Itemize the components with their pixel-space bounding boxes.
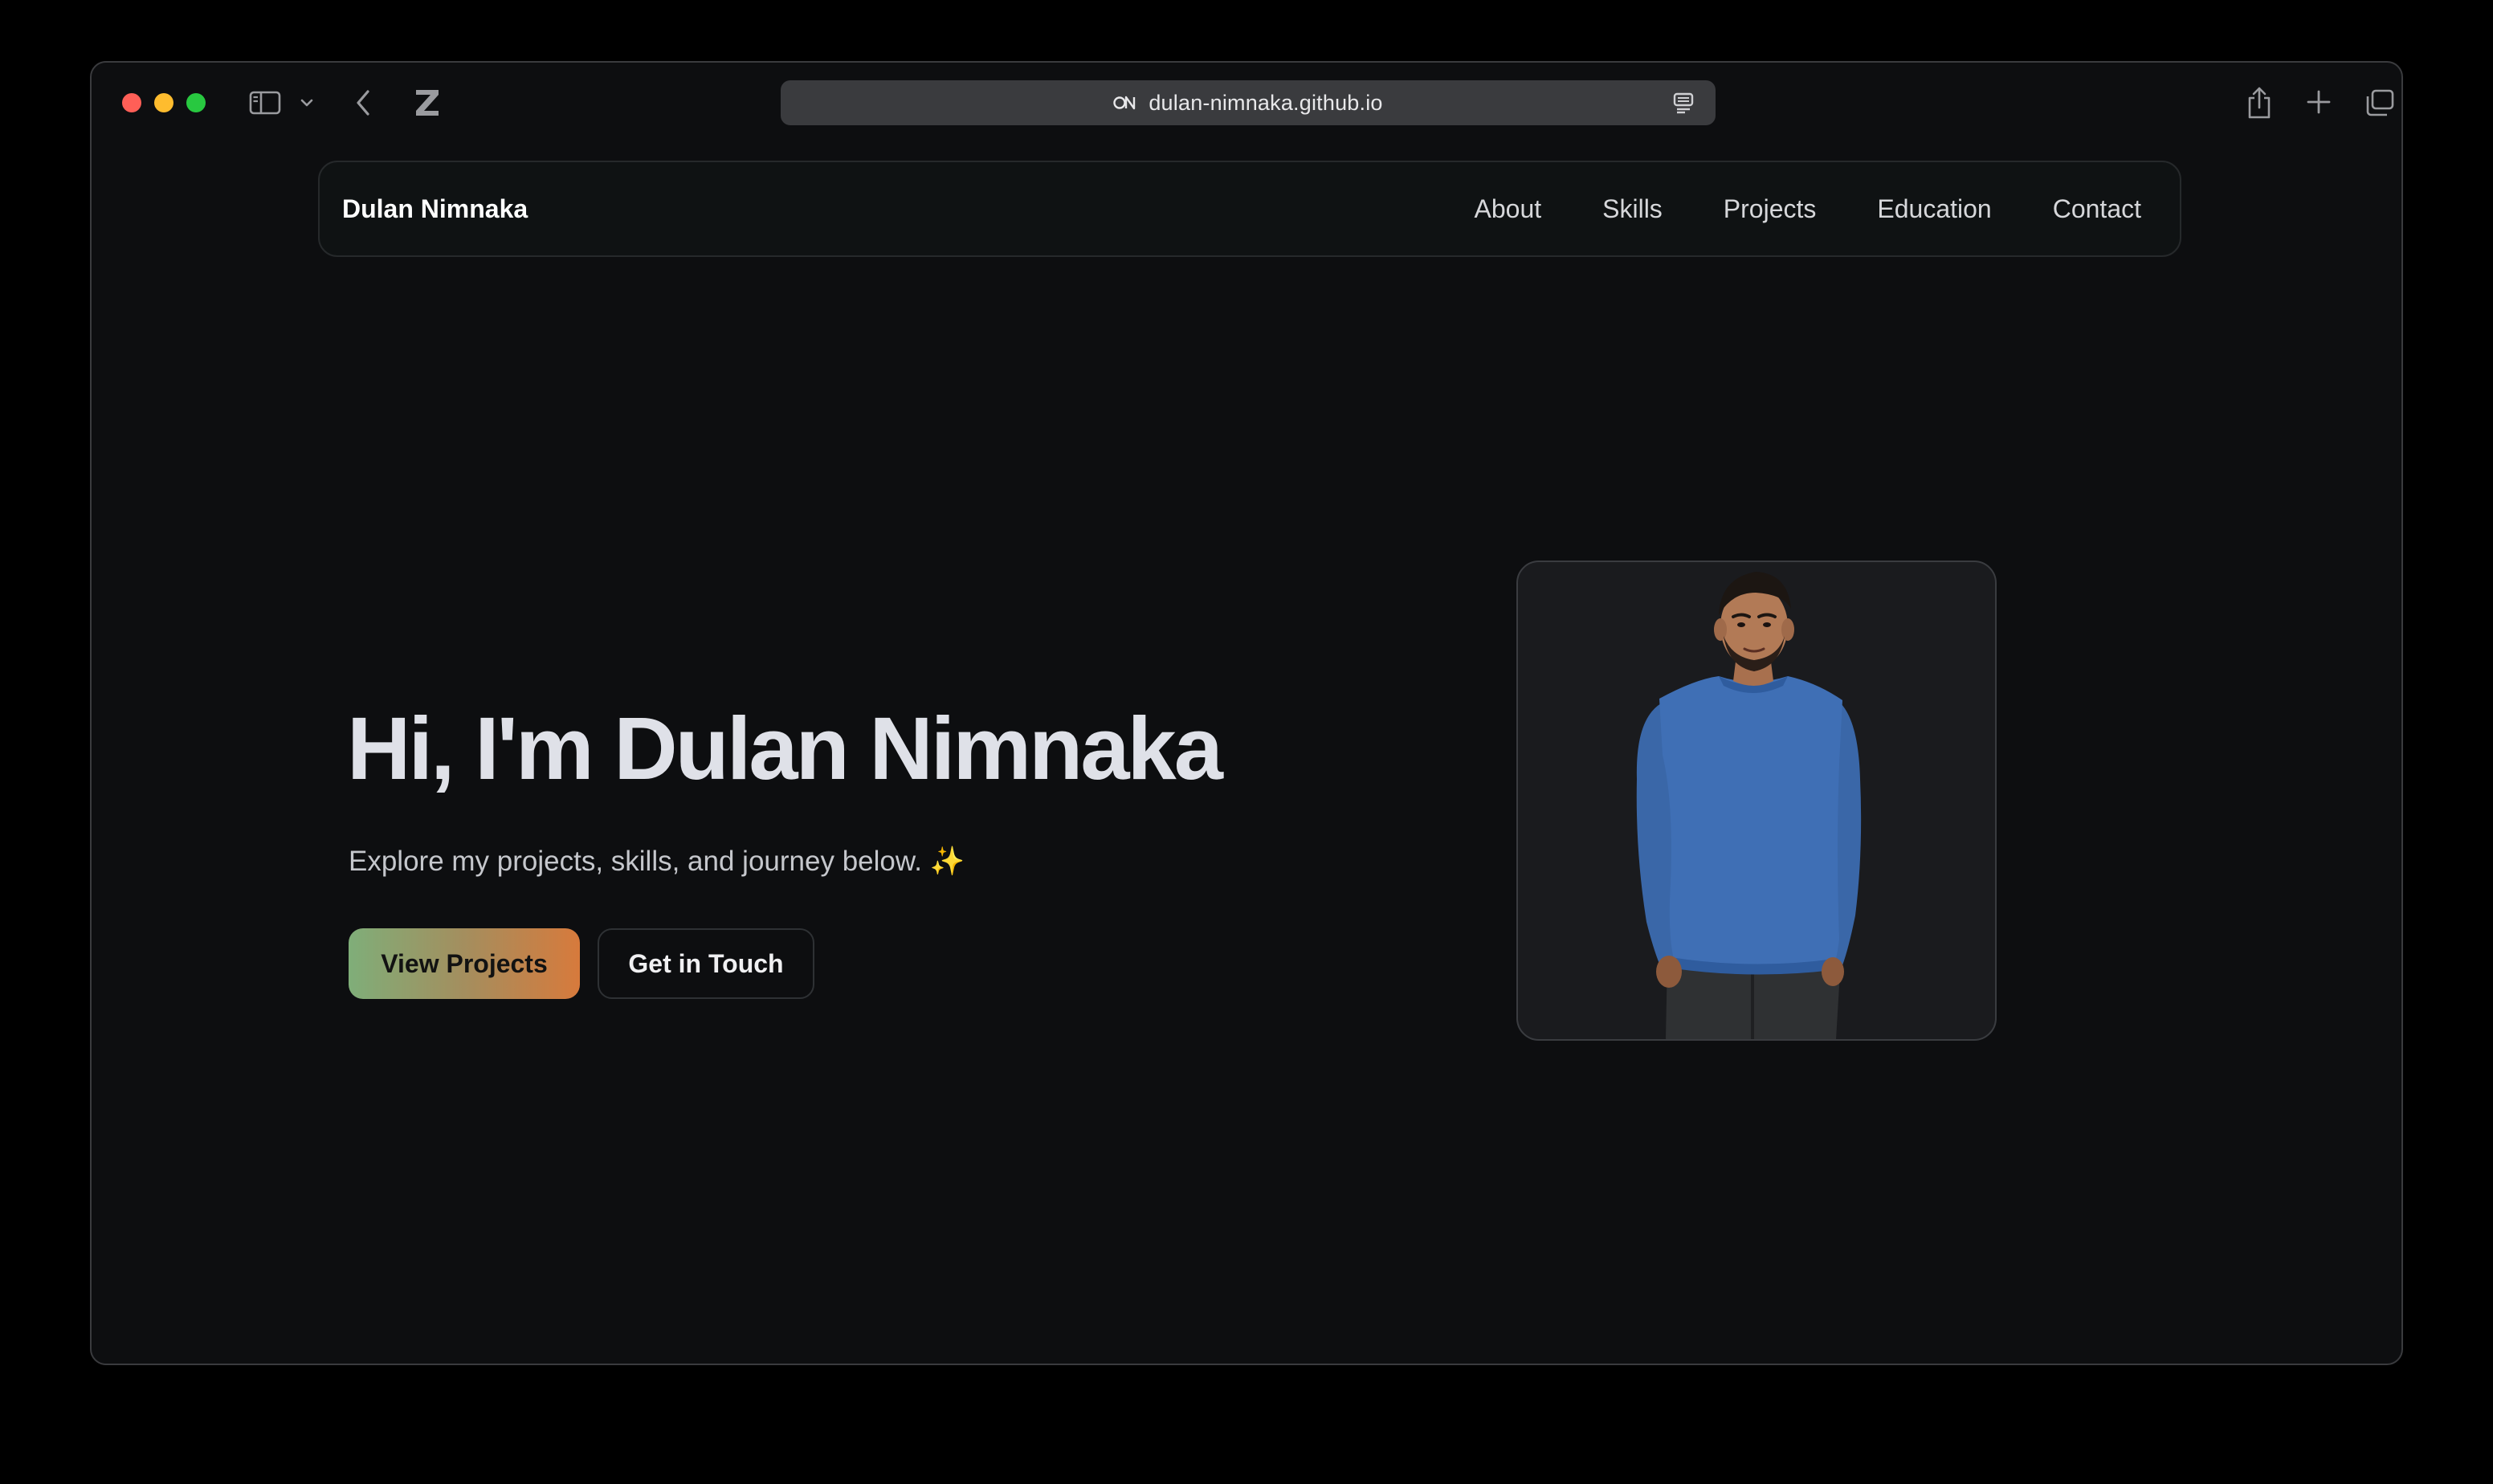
brand-name[interactable]: Dulan Nimnaka — [342, 162, 528, 255]
hero-subtitle: Explore my projects, skills, and journey… — [349, 846, 965, 877]
url-text[interactable]: dulan-nimnaka.github.io — [1149, 91, 1382, 116]
reader-icon[interactable] — [1672, 92, 1695, 114]
site-settings-icon[interactable] — [1113, 93, 1137, 112]
close-window-button[interactable] — [122, 93, 141, 112]
tabs-overview-icon[interactable] — [2364, 88, 2395, 117]
profile-photo — [1516, 561, 1997, 1041]
new-tab-icon[interactable] — [2305, 88, 2332, 116]
nav-link-contact[interactable]: Contact — [2053, 194, 2141, 224]
nav-link-skills[interactable]: Skills — [1602, 194, 1663, 224]
hero-title: Hi, I'm Dulan Nimnaka — [347, 699, 1223, 798]
nav-link-projects[interactable]: Projects — [1724, 194, 1817, 224]
nav-link-about[interactable]: About — [1475, 194, 1542, 224]
zoom-window-button[interactable] — [186, 93, 206, 112]
sidebar-icon[interactable] — [249, 90, 281, 116]
address-bar[interactable]: dulan-nimnaka.github.io — [781, 80, 1716, 125]
nav-link-education[interactable]: Education — [1877, 194, 1991, 224]
browser-toolbar: dulan-nimnaka.github.io — [92, 63, 2401, 143]
share-icon[interactable] — [2246, 85, 2273, 120]
back-icon[interactable] — [352, 87, 376, 119]
minimize-window-button[interactable] — [154, 93, 173, 112]
view-projects-button[interactable]: View Projects — [349, 928, 580, 999]
zed-logo-icon[interactable] — [411, 87, 443, 119]
get-in-touch-button[interactable]: Get in Touch — [598, 928, 814, 999]
profile-person-illustration — [1636, 572, 1862, 1039]
browser-window: dulan-nimnaka.github.io Dulan Nimnaka Ab… — [90, 61, 2403, 1365]
nav-links: About Skills Projects Education Contact — [1414, 162, 2142, 255]
chevron-down-icon[interactable] — [299, 95, 315, 111]
site-navbar: Dulan Nimnaka About Skills Projects Educ… — [318, 161, 2181, 257]
